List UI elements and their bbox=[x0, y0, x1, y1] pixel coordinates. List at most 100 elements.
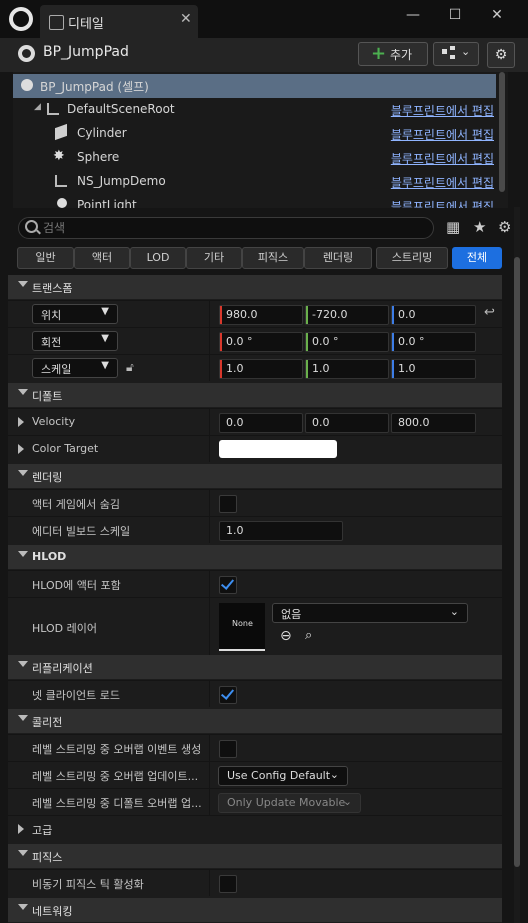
filter-tab-lod[interactable]: LOD bbox=[130, 247, 186, 269]
rotation-y-field[interactable]: 0.0 ° bbox=[305, 332, 389, 352]
chevron-down-icon: ⌄ bbox=[461, 45, 471, 58]
chevron-down-icon: ▼ bbox=[101, 333, 109, 344]
location-x-field[interactable]: 980.0 bbox=[219, 305, 303, 325]
billboard-scale-field[interactable]: 1.0 bbox=[219, 521, 343, 541]
scale-x-field[interactable]: 1.0 bbox=[219, 359, 303, 379]
add-label: 추가 bbox=[390, 48, 413, 62]
scrollbar-thumb[interactable] bbox=[514, 257, 520, 867]
gen-overlap-label: 레벨 스트리밍 중 오버랩 이벤트 생성 bbox=[32, 743, 202, 756]
tree-item-ns-jumpdemo[interactable]: NS_JumpDemo 블루프린트에서 편집 bbox=[13, 170, 496, 194]
section-collision[interactable]: 콜리전 bbox=[8, 709, 502, 733]
filter-tab-physics[interactable]: 피직스 bbox=[242, 247, 304, 269]
search-box[interactable] bbox=[18, 217, 434, 239]
tree-item-defaultsceneroot[interactable]: ◢ DefaultSceneRoot 블루프린트에서 편집 bbox=[13, 98, 496, 122]
expand-arrow-icon[interactable] bbox=[18, 444, 24, 454]
location-y-field[interactable]: -720.0 bbox=[305, 305, 389, 325]
filter-tab-general[interactable]: 일반 bbox=[17, 247, 74, 269]
expand-arrow-icon[interactable] bbox=[18, 417, 24, 427]
use-selected-asset-icon[interactable]: ⊖ bbox=[280, 628, 292, 644]
include-actor-checkbox[interactable] bbox=[219, 576, 237, 594]
edit-in-blueprint-link[interactable]: 블루프린트에서 편집 bbox=[391, 126, 494, 143]
velocity-x-field[interactable]: 0.0 bbox=[219, 413, 303, 433]
edit-in-blueprint-link[interactable]: 블루프린트에서 편집 bbox=[391, 198, 494, 208]
velocity-y-field[interactable]: 0.0 bbox=[305, 413, 389, 433]
color-swatch[interactable] bbox=[219, 440, 337, 458]
blueprint-options-button[interactable]: ⌄ bbox=[433, 42, 479, 66]
async-physics-checkbox[interactable] bbox=[219, 875, 237, 893]
gear-icon[interactable]: ⚙ bbox=[487, 42, 515, 68]
section-title: 콜리전 bbox=[32, 716, 63, 729]
search-input[interactable] bbox=[43, 220, 423, 236]
filter-tab-streaming[interactable]: 스트리밍 bbox=[376, 247, 448, 269]
hlod-layer-label: HLOD 레이어 bbox=[32, 622, 97, 635]
section-title: 네트워킹 bbox=[32, 905, 73, 918]
settings-gear-icon[interactable]: ⚙ bbox=[498, 218, 511, 236]
row-location: 위치 ▼ 980.0 -720.0 0.0 ↩ bbox=[8, 300, 502, 327]
maximize-button[interactable]: ☐ bbox=[435, 4, 475, 28]
default-overlap-dropdown[interactable]: Only Update Movable ⌄ bbox=[218, 793, 361, 813]
rotation-z-field[interactable]: 0.0 ° bbox=[391, 332, 476, 352]
location-mode-dropdown[interactable]: 위치 ▼ bbox=[32, 304, 118, 324]
reset-to-default-icon[interactable]: ↩ bbox=[484, 305, 495, 320]
gen-overlap-checkbox[interactable] bbox=[219, 740, 237, 758]
section-title: 디폴트 bbox=[32, 390, 63, 403]
expand-arrow-icon[interactable]: ◢ bbox=[34, 102, 41, 112]
light-icon bbox=[57, 198, 67, 208]
close-button[interactable]: ✕ bbox=[477, 4, 517, 28]
hide-in-game-checkbox[interactable] bbox=[219, 495, 237, 513]
tree-item-self[interactable]: BP_JumpPad (셀프) bbox=[13, 74, 496, 98]
collapse-arrow-icon bbox=[18, 389, 28, 395]
filter-tab-actor[interactable]: 액터 bbox=[74, 247, 130, 269]
hide-in-game-label: 액터 게임에서 숨김 bbox=[32, 498, 120, 511]
velocity-z-field[interactable]: 800.0 bbox=[391, 413, 476, 433]
section-replication[interactable]: 리플리케이션 bbox=[8, 655, 502, 679]
scale-z-field[interactable]: 1.0 bbox=[391, 359, 476, 379]
minimize-button[interactable]: — bbox=[393, 4, 433, 28]
velocity-label: Velocity bbox=[32, 415, 76, 428]
filter-tab-rendering[interactable]: 렌더링 bbox=[304, 247, 372, 269]
scale-mode-dropdown[interactable]: 스케일 ▼ bbox=[32, 358, 118, 378]
scale-y-field[interactable]: 1.0 bbox=[305, 359, 389, 379]
lock-icon[interactable]: 🔓︎ bbox=[126, 360, 134, 375]
table-view-icon[interactable]: ▦ bbox=[446, 218, 460, 236]
row-velocity: Velocity 0.0 0.0 800.0 bbox=[8, 408, 502, 435]
edit-in-blueprint-link[interactable]: 블루프린트에서 편집 bbox=[391, 102, 494, 119]
section-rendering[interactable]: 렌더링 bbox=[8, 464, 502, 488]
update-overlap-dropdown[interactable]: Use Config Default ⌄ bbox=[218, 766, 348, 786]
edit-in-blueprint-link[interactable]: 블루프린트에서 편집 bbox=[391, 174, 494, 191]
row-hlod-layer: HLOD 레이어 None 없음 ⌄ ⊖ ⌕ bbox=[8, 597, 502, 656]
rotation-x-field[interactable]: 0.0 ° bbox=[219, 332, 303, 352]
filter-tab-all[interactable]: 전체 bbox=[452, 247, 502, 269]
row-scale: 스케일 ▼ 🔓︎ 1.0 1.0 1.0 bbox=[8, 354, 502, 381]
row-billboard-scale: 에디터 빌보드 스케일 1.0 bbox=[8, 516, 502, 543]
blueprint-name: BP_JumpPad bbox=[43, 44, 129, 60]
section-transform[interactable]: 트랜스폼 bbox=[8, 275, 502, 299]
location-z-field[interactable]: 0.0 bbox=[391, 305, 476, 325]
section-networking[interactable]: 네트워킹 bbox=[8, 898, 502, 922]
hierarchy-icon bbox=[442, 49, 447, 54]
rotation-mode-dropdown[interactable]: 회전 ▼ bbox=[32, 331, 118, 351]
browse-asset-icon[interactable]: ⌕ bbox=[305, 628, 312, 643]
section-hlod[interactable]: HLOD bbox=[8, 545, 502, 569]
add-component-button[interactable]: + 추가 bbox=[358, 42, 428, 66]
tree-item-sphere[interactable]: ✸ Sphere 블루프린트에서 편집 bbox=[13, 146, 496, 170]
tree-scrollbar[interactable] bbox=[499, 72, 505, 192]
tab-title: 디테일 bbox=[68, 17, 104, 32]
tree-item-cylinder[interactable]: Cylinder 블루프린트에서 편집 bbox=[13, 122, 496, 146]
details-scrollbar[interactable] bbox=[514, 207, 520, 923]
asset-thumbnail[interactable]: None bbox=[219, 603, 265, 651]
filter-tab-misc[interactable]: 기타 bbox=[186, 247, 242, 269]
tab-details[interactable]: 디테일 ✕ bbox=[40, 5, 198, 38]
advanced-label: 고급 bbox=[32, 824, 53, 837]
close-tab-icon[interactable]: ✕ bbox=[180, 11, 192, 27]
favorite-star-icon[interactable]: ★ bbox=[473, 218, 486, 236]
section-default[interactable]: 디폴트 bbox=[8, 383, 502, 407]
net-load-checkbox[interactable] bbox=[219, 686, 237, 704]
edit-in-blueprint-link[interactable]: 블루프린트에서 편집 bbox=[391, 150, 494, 167]
section-physics[interactable]: 피직스 bbox=[8, 844, 502, 868]
tree-item-pointlight[interactable]: PointLight 블루프린트에서 편집 bbox=[13, 194, 496, 208]
row-advanced[interactable]: 고급 bbox=[8, 815, 502, 842]
collapse-arrow-icon bbox=[18, 281, 28, 287]
hlod-layer-dropdown[interactable]: 없음 ⌄ bbox=[272, 603, 468, 623]
expand-arrow-icon[interactable] bbox=[18, 824, 24, 834]
